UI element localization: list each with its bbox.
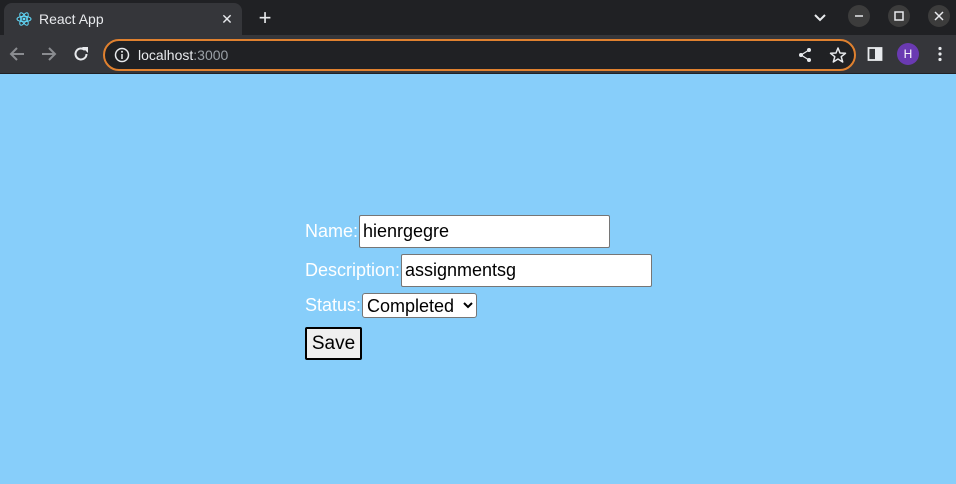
forward-arrow-icon[interactable] bbox=[40, 45, 58, 63]
share-icon[interactable] bbox=[797, 47, 813, 63]
bookmark-star-icon[interactable] bbox=[829, 46, 847, 64]
new-tab-plus-icon[interactable]: + bbox=[255, 7, 275, 29]
side-panel-icon[interactable] bbox=[867, 46, 883, 62]
name-input[interactable] bbox=[359, 215, 610, 248]
maximize-window-button[interactable] bbox=[888, 5, 910, 27]
status-label: Status: bbox=[305, 295, 362, 315]
url-port: :3000 bbox=[193, 47, 229, 63]
tab-strip: React App ✕ + bbox=[0, 0, 956, 35]
minimize-window-button[interactable] bbox=[848, 5, 870, 27]
save-button[interactable]: Save bbox=[305, 327, 362, 360]
tab-search-chevron-icon[interactable] bbox=[812, 10, 828, 26]
close-window-button[interactable] bbox=[928, 5, 950, 27]
close-tab-icon[interactable]: ✕ bbox=[219, 11, 235, 27]
browser-toolbar: localhost:3000 H bbox=[0, 35, 956, 74]
maximize-icon bbox=[894, 11, 904, 21]
kebab-menu-icon[interactable] bbox=[934, 46, 946, 62]
status-select[interactable]: Completed bbox=[362, 293, 477, 318]
react-logo-icon bbox=[16, 12, 32, 26]
site-info-icon[interactable] bbox=[114, 47, 130, 63]
page-content: Name: Description: Status: Completed Sav… bbox=[0, 74, 956, 484]
close-icon bbox=[934, 11, 944, 21]
name-label: Name: bbox=[305, 221, 359, 241]
tab-title: React App bbox=[39, 11, 104, 27]
url-host: localhost bbox=[138, 47, 194, 63]
description-label: Description: bbox=[305, 260, 401, 280]
reload-icon[interactable] bbox=[72, 45, 90, 63]
back-arrow-icon[interactable] bbox=[8, 45, 26, 63]
description-input[interactable] bbox=[401, 254, 652, 287]
address-bar[interactable]: localhost:3000 bbox=[103, 39, 856, 71]
tab-react-app[interactable]: React App ✕ bbox=[4, 3, 242, 35]
profile-avatar[interactable]: H bbox=[897, 43, 919, 65]
minimize-icon bbox=[855, 15, 863, 17]
url-text[interactable]: localhost:3000 bbox=[138, 46, 228, 64]
